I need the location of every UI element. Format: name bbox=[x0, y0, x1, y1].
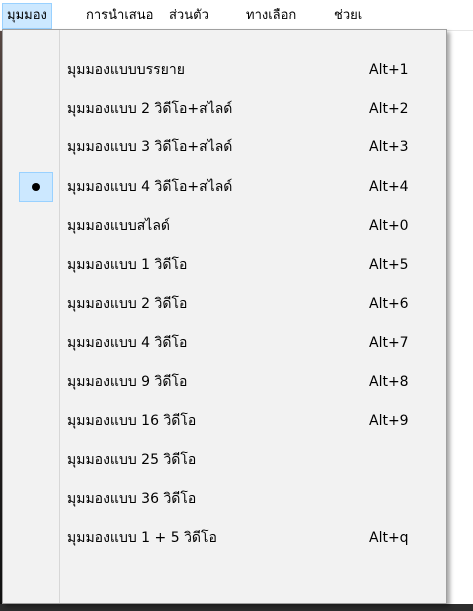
menu-item-16-video[interactable]: มุมมองแบบ 16 วิดีโอ Alt+9 bbox=[5, 403, 444, 439]
menu-item-label: มุมมองแบบ 9 วิดีโอ bbox=[67, 374, 188, 390]
menu-item-2-video-slide[interactable]: มุมมองแบบ 2 วิดีโอ+สไลด์ Alt+2 bbox=[5, 91, 444, 127]
menu-view[interactable]: มุมมอง bbox=[2, 3, 52, 29]
menu-item-label: มุมมองแบบ 3 วิดีโอ+สไลด์ bbox=[67, 139, 233, 155]
menu-item-2-video[interactable]: มุมมองแบบ 2 วิดีโอ Alt+6 bbox=[5, 286, 444, 322]
radio-dot-icon bbox=[32, 183, 40, 191]
menu-item-label: มุมมองแบบ 2 วิดีโอ bbox=[67, 296, 188, 312]
menu-item-shortcut: Alt+8 bbox=[369, 374, 409, 390]
menu-item-shortcut: Alt+4 bbox=[369, 179, 409, 195]
menu-item-label: มุมมองแบบ 16 วิดีโอ bbox=[67, 413, 197, 429]
menu-options[interactable]: ทางเลือก bbox=[246, 4, 296, 28]
menu-item-9-video[interactable]: มุมมองแบบ 9 วิดีโอ Alt+8 bbox=[5, 364, 444, 400]
menu-item-shortcut: Alt+q bbox=[369, 530, 409, 546]
menu-item-shortcut: Alt+3 bbox=[369, 139, 409, 155]
menu-item-slide-view[interactable]: มุมมองแบบสไลด์ Alt+0 bbox=[5, 208, 444, 244]
menu-item-3-video-slide[interactable]: มุมมองแบบ 3 วิดีโอ+สไลด์ Alt+3 bbox=[5, 129, 444, 165]
menu-item-36-video[interactable]: มุมมองแบบ 36 วิดีโอ bbox=[5, 481, 444, 517]
menu-item-label: มุมมองแบบ 1 วิดีโอ bbox=[67, 257, 188, 273]
menu-item-1-video[interactable]: มุมมองแบบ 1 วิดีโอ Alt+5 bbox=[5, 247, 444, 283]
menu-presentation[interactable]: การนำเสนอ bbox=[86, 4, 153, 28]
menu-item-shortcut: Alt+7 bbox=[369, 335, 409, 351]
menu-item-label: มุมมองแบบ 4 วิดีโอ bbox=[67, 335, 188, 351]
menu-item-shortcut: Alt+5 bbox=[369, 257, 409, 273]
menu-item-shortcut: Alt+0 bbox=[369, 218, 409, 234]
menu-item-label: มุมมองแบบบรรยาย bbox=[67, 62, 185, 78]
menu-item-label: มุมมองแบบสไลด์ bbox=[67, 218, 170, 234]
menu-item-label: มุมมองแบบ 36 วิดีโอ bbox=[67, 491, 197, 507]
menu-item-label: มุมมองแบบ 2 วิดีโอ+สไลด์ bbox=[67, 101, 233, 117]
menu-item-label: มุมมองแบบ 4 วิดีโอ+สไลด์ bbox=[67, 179, 233, 195]
menu-item-shortcut: Alt+9 bbox=[369, 413, 409, 429]
menu-item-4-video-slide[interactable]: มุมมองแบบ 4 วิดีโอ+สไลด์ Alt+4 bbox=[5, 169, 444, 205]
menu-help[interactable]: ช่วยเ bbox=[334, 4, 362, 28]
menu-item-4-video[interactable]: มุมมองแบบ 4 วิดีโอ Alt+7 bbox=[5, 325, 444, 361]
menu-item-label: มุมมองแบบ 25 วิดีโอ bbox=[67, 452, 197, 468]
menu-personal[interactable]: ส่วนตัว bbox=[169, 4, 209, 28]
menu-item-shortcut: Alt+1 bbox=[369, 62, 409, 78]
radio-check-indicator bbox=[19, 172, 53, 202]
menu-item-lecture-view[interactable]: มุมมองแบบบรรยาย Alt+1 bbox=[5, 52, 444, 88]
view-dropdown-menu: มุมมองแบบบรรยาย Alt+1 มุมมองแบบ 2 วิดีโอ… bbox=[2, 29, 447, 604]
menubar: มุมมอง การนำเสนอ ส่วนตัว ทางเลือก ช่วยเ bbox=[0, 0, 473, 31]
menu-item-shortcut: Alt+2 bbox=[369, 101, 409, 117]
menu-item-label: มุมมองแบบ 1 + 5 วิดีโอ bbox=[67, 530, 217, 546]
background-bottom-strip bbox=[0, 604, 473, 611]
menu-item-25-video[interactable]: มุมมองแบบ 25 วิดีโอ bbox=[5, 442, 444, 478]
menu-item-1-plus-5-video[interactable]: มุมมองแบบ 1 + 5 วิดีโอ Alt+q bbox=[5, 520, 444, 556]
menu-item-shortcut: Alt+6 bbox=[369, 296, 409, 312]
